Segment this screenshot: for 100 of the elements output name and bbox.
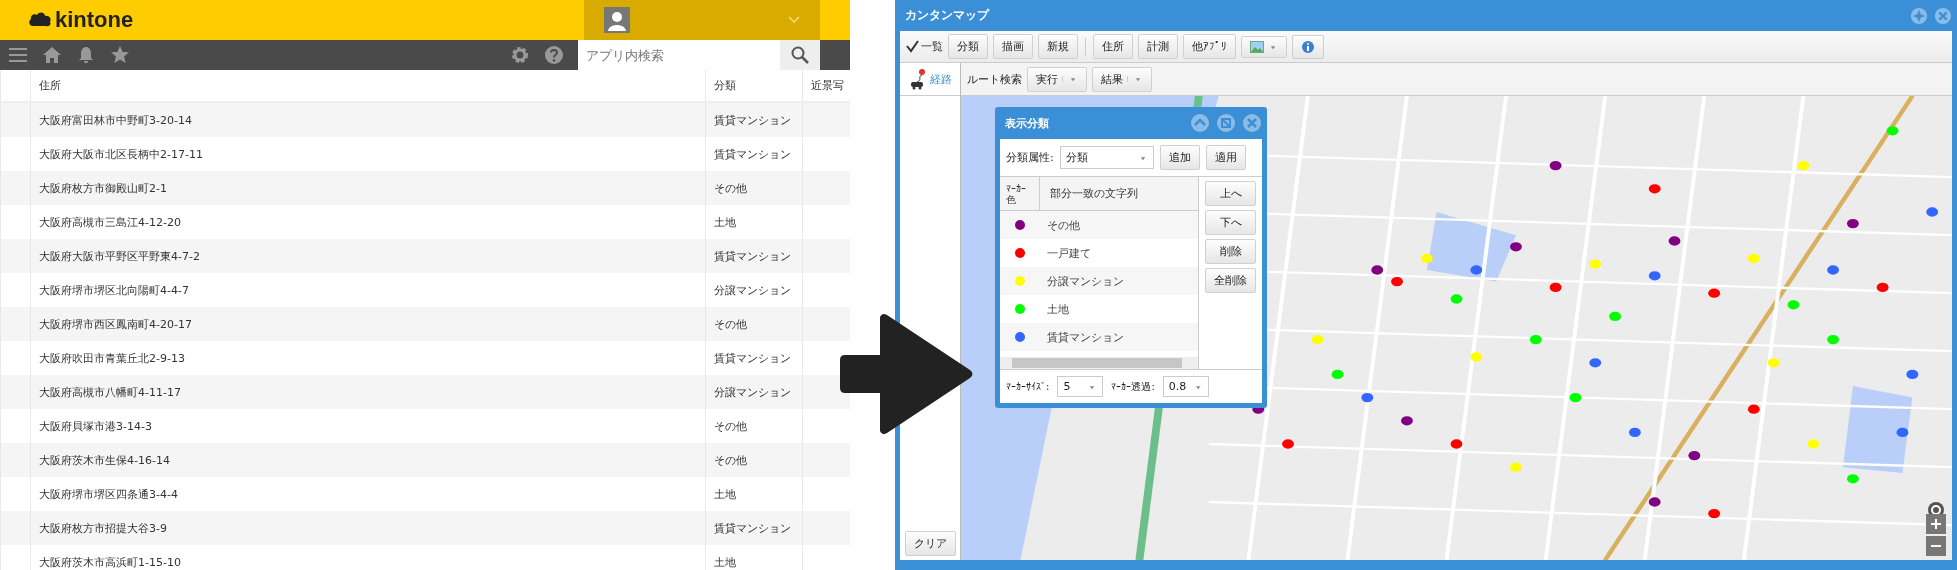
map-marker[interactable] <box>1589 358 1602 368</box>
toolbar-button[interactable]: 新規 <box>1038 34 1078 59</box>
dropdown-button[interactable]: 実行 <box>1027 66 1087 92</box>
map-marker[interactable] <box>1668 236 1681 246</box>
map-marker[interactable] <box>1549 282 1562 293</box>
map-marker[interactable] <box>1549 160 1562 171</box>
opacity-select[interactable]: 0.8 <box>1162 376 1209 397</box>
toolbar-button[interactable]: 計測 <box>1138 34 1178 59</box>
zoom-in-button[interactable] <box>1926 514 1946 534</box>
category-label[interactable]: 土地 <box>1047 301 1069 317</box>
map-marker[interactable] <box>1876 282 1889 293</box>
map-marker[interactable] <box>1510 462 1522 472</box>
map-marker[interactable] <box>1767 358 1780 368</box>
list-button[interactable]: 削除 <box>1205 239 1256 264</box>
close-icon[interactable] <box>1934 6 1952 25</box>
map-marker[interactable] <box>1708 508 1721 519</box>
category-label[interactable]: 一戸建て <box>1047 245 1091 261</box>
info-icon[interactable] <box>1301 39 1315 54</box>
map-marker[interactable] <box>1807 439 1820 449</box>
image-dropdown-button[interactable] <box>1241 35 1287 58</box>
minimize-icon[interactable] <box>1216 113 1236 133</box>
list-button[interactable]: 全削除 <box>1205 268 1256 293</box>
route-button[interactable]: 経路 <box>900 63 960 96</box>
map-marker[interactable] <box>1846 218 1859 229</box>
map-marker[interactable] <box>1470 265 1483 275</box>
list-button[interactable]: 下へ <box>1205 210 1256 235</box>
toolbar-button[interactable]: 他ｱﾌﾟﾘ <box>1183 34 1236 59</box>
address-text: 大阪府茨木市生保4-16-14 <box>39 453 170 467</box>
dropdown-button[interactable]: 結果 <box>1092 66 1152 92</box>
toolbar-button[interactable]: 描画 <box>993 34 1033 59</box>
search-field[interactable]: アプリ内検索 <box>578 40 780 70</box>
category-text: 土地 <box>714 555 736 569</box>
toolbar-button[interactable]: 住所 <box>1093 34 1133 59</box>
category-text: 賃貸マンション <box>714 249 791 263</box>
map-marker[interactable] <box>1311 334 1324 345</box>
map-marker[interactable] <box>1529 334 1542 345</box>
map-marker[interactable] <box>1420 253 1433 264</box>
caret-icon[interactable] <box>1268 43 1278 50</box>
map-marker[interactable] <box>1896 427 1909 438</box>
collapse-icon[interactable] <box>1190 113 1210 133</box>
map-marker[interactable] <box>1926 207 1939 217</box>
list-button[interactable]: 上へ <box>1205 181 1256 206</box>
caret-icon[interactable] <box>1194 383 1203 390</box>
map-marker[interactable] <box>1827 334 1840 345</box>
star-icon[interactable] <box>110 45 130 65</box>
map-marker[interactable] <box>1569 392 1582 403</box>
map-marker[interactable] <box>1470 352 1483 362</box>
caret-icon[interactable] <box>1133 76 1143 82</box>
map-marker[interactable] <box>1906 369 1919 380</box>
map-marker[interactable] <box>1747 253 1760 264</box>
map-marker[interactable] <box>1648 184 1661 194</box>
map-marker[interactable] <box>1797 160 1810 171</box>
category-label[interactable]: その他 <box>1047 217 1080 233</box>
map-marker[interactable] <box>1648 497 1661 507</box>
map-marker[interactable] <box>1282 439 1294 449</box>
map-marker[interactable] <box>1361 392 1374 403</box>
dialog-button[interactable]: 適用 <box>1205 145 1246 170</box>
clear-button[interactable]: クリア <box>904 531 956 556</box>
map-marker[interactable] <box>1747 404 1760 414</box>
map-marker[interactable] <box>1391 276 1403 287</box>
picture-icon[interactable] <box>1250 40 1264 53</box>
map-marker[interactable] <box>1510 242 1522 252</box>
marker-size-select[interactable]: 5 <box>1057 376 1104 397</box>
dialog-button[interactable]: 追加 <box>1159 145 1200 170</box>
search-icon[interactable] <box>790 45 810 65</box>
map-marker[interactable] <box>1708 288 1721 298</box>
settings-icon[interactable] <box>510 45 530 65</box>
address-text: 大阪府堺市西区鳳南町4-20-17 <box>39 317 192 331</box>
map-marker[interactable] <box>1371 265 1384 275</box>
map-marker[interactable] <box>1846 474 1859 484</box>
close-icon[interactable] <box>1242 113 1262 133</box>
map-marker[interactable] <box>1450 439 1463 449</box>
map-marker[interactable] <box>1401 416 1413 426</box>
map-marker[interactable] <box>1628 427 1641 438</box>
map-marker[interactable] <box>1450 294 1463 304</box>
address-text: 大阪府高槻市八幡町4-11-17 <box>39 385 181 399</box>
info-button[interactable] <box>1292 34 1324 59</box>
map-marker[interactable] <box>1609 311 1621 322</box>
map-marker[interactable] <box>1787 300 1800 310</box>
map-marker[interactable] <box>1886 126 1899 136</box>
move-icon[interactable] <box>1910 6 1928 25</box>
caret-icon[interactable] <box>1068 76 1078 82</box>
map-marker[interactable] <box>1648 271 1661 281</box>
map-marker[interactable] <box>1827 265 1840 275</box>
toolbar-button[interactable]: 分類 <box>948 34 988 59</box>
list-checkbox[interactable] <box>906 40 919 53</box>
map-marker[interactable] <box>1331 369 1344 380</box>
horizontal-scrollbar[interactable] <box>1000 357 1198 369</box>
attribute-select[interactable]: 分類 <box>1059 146 1154 169</box>
category-text: 土地 <box>714 487 736 501</box>
zoom-out-button[interactable] <box>1926 536 1946 556</box>
opacity-label: ﾏｰｶｰ透過: <box>1111 379 1155 394</box>
map-marker[interactable] <box>1589 259 1602 269</box>
category-text: その他 <box>714 453 747 467</box>
search-button[interactable] <box>780 40 820 70</box>
menu-icon[interactable] <box>8 45 28 65</box>
help-icon[interactable] <box>544 45 564 65</box>
category-text: 賃貸マンション <box>714 351 791 365</box>
map-marker[interactable] <box>1688 450 1701 461</box>
home-icon[interactable] <box>42 45 62 65</box>
